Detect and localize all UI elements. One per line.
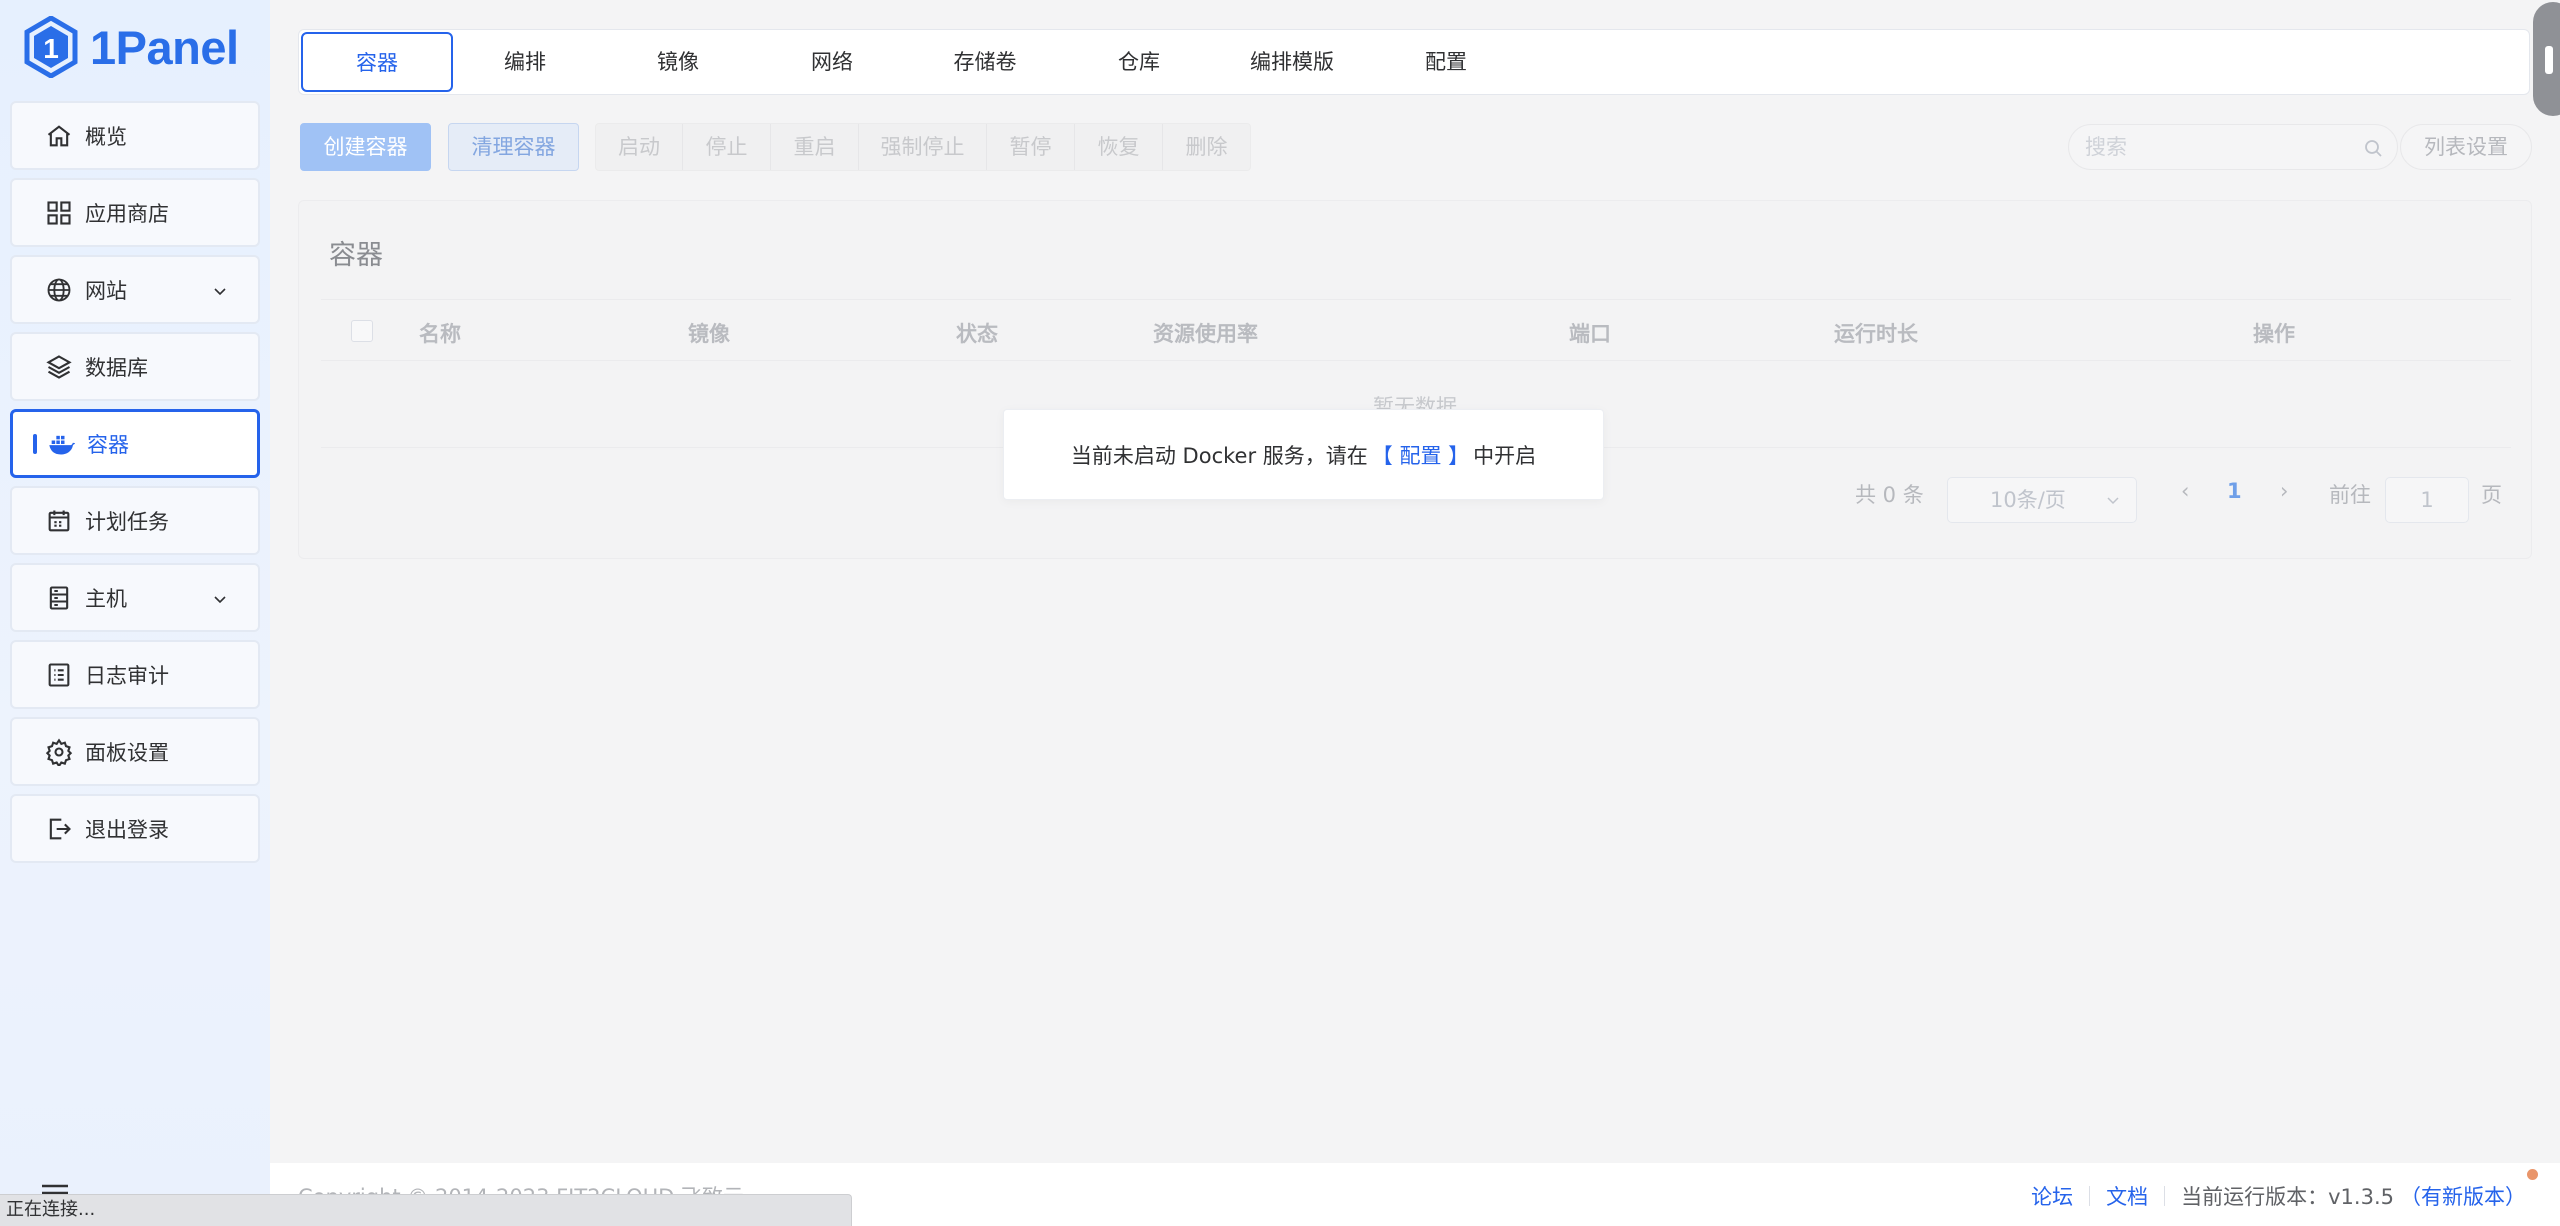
sidebar-item-label: 面板设置: [85, 740, 169, 765]
sidebar: 1 1Panel 概览 应用商店 网站 数据库 容器 计划任务 主机 日志审计 …: [0, 0, 270, 1226]
chevron-down-icon: [2107, 497, 2119, 505]
prev-page-icon[interactable]: ‹: [2181, 479, 2189, 503]
next-page-icon[interactable]: ›: [2280, 479, 2288, 503]
sidebar-item-host[interactable]: 主机: [10, 563, 260, 632]
globe-icon: [45, 276, 73, 304]
create-container-button[interactable]: 创建容器: [300, 123, 431, 171]
sidebar-item-label: 退出登录: [85, 817, 169, 842]
batch-action-group: 启动 停止 重启 强制停止 暂停 恢复 删除: [595, 123, 1251, 171]
column-header-actions: 操作: [2253, 322, 2295, 346]
sidebar-item-label: 日志审计: [85, 663, 169, 688]
active-indicator: [33, 433, 37, 454]
tab-compose-template[interactable]: 编排模版: [1227, 30, 1357, 94]
log-list-icon: [45, 661, 73, 689]
card-title: 容器: [329, 240, 383, 271]
forum-link[interactable]: 论坛: [2031, 1181, 2073, 1211]
sidebar-item-label: 容器: [87, 432, 129, 457]
apps-grid-icon: [45, 199, 73, 227]
scroll-handle[interactable]: [2533, 2, 2560, 116]
page-suffix: 页: [2481, 483, 2502, 507]
page-number-current[interactable]: 1: [2227, 479, 2242, 503]
start-button[interactable]: 启动: [596, 124, 683, 170]
layers-icon: [45, 353, 73, 381]
svg-text:1: 1: [43, 33, 59, 64]
goto-page-input[interactable]: 1: [2385, 477, 2469, 523]
notice-text: 当前未启动 Docker 服务，请在: [1070, 443, 1368, 468]
column-header-ports[interactable]: 端口: [1569, 318, 1611, 348]
tab-config[interactable]: 配置: [1381, 30, 1511, 94]
table-header: 名称 镜像 状态 资源使用率 端口 运行时长 操作: [321, 299, 2511, 361]
sidebar-item-label: 网站: [85, 278, 127, 303]
footer-links: 论坛 文档 当前运行版本：v1.3.5 （有新版本）: [2031, 1181, 2526, 1211]
clean-container-button[interactable]: 清理容器: [448, 123, 579, 171]
logout-icon: [45, 815, 73, 843]
sidebar-item-settings[interactable]: 面板设置: [10, 717, 260, 786]
stop-button[interactable]: 停止: [683, 124, 771, 170]
sidebar-item-database[interactable]: 数据库: [10, 332, 260, 401]
column-header-resource-usage[interactable]: 资源使用率: [1153, 318, 1258, 348]
calendar-icon: [45, 507, 73, 535]
chevron-down-icon: [214, 288, 226, 296]
search-input[interactable]: [2085, 125, 2345, 169]
column-settings-button[interactable]: 列表设置: [2400, 124, 2532, 170]
logo-text: 1Panel: [90, 20, 239, 74]
tab-container[interactable]: 容器: [301, 32, 453, 92]
page-size-value: 10条/页: [1990, 488, 2066, 512]
sidebar-item-cronjob[interactable]: 计划任务: [10, 486, 260, 555]
notice-text-suffix: 中开启: [1473, 443, 1537, 468]
search-box: [2068, 124, 2398, 170]
tab-volume[interactable]: 存储卷: [920, 30, 1050, 94]
tab-network[interactable]: 网络: [767, 30, 897, 94]
logo[interactable]: 1 1Panel: [24, 16, 239, 78]
sidebar-item-container[interactable]: 容器: [10, 409, 260, 478]
sidebar-item-label: 主机: [85, 586, 127, 611]
select-all-checkbox[interactable]: [351, 320, 373, 342]
docs-link[interactable]: 文档: [2106, 1181, 2148, 1211]
search-icon[interactable]: [2363, 138, 2383, 158]
sidebar-item-log-audit[interactable]: 日志审计: [10, 640, 260, 709]
sidebar-item-label: 计划任务: [85, 509, 169, 534]
tab-compose[interactable]: 编排: [460, 30, 590, 94]
sidebar-item-label: 应用商店: [85, 201, 169, 226]
update-indicator-dot: [2527, 1169, 2538, 1180]
browser-status-bar: 正在连接...: [0, 1194, 852, 1226]
delete-button[interactable]: 删除: [1163, 124, 1250, 170]
sidebar-menu: 概览 应用商店 网站 数据库 容器 计划任务 主机 日志审计 面板设置 退出登录: [10, 101, 260, 871]
pagination-total: 共 0 条: [1855, 483, 1924, 507]
new-version-link[interactable]: （有新版本）: [2400, 1181, 2526, 1211]
footer-divider: [2089, 1186, 2091, 1206]
sidebar-item-label: 数据库: [85, 355, 148, 380]
version-text: 当前运行版本：v1.3.5: [2181, 1185, 2394, 1209]
chevron-down-icon: [214, 596, 226, 604]
sidebar-item-label: 概览: [85, 124, 127, 149]
container-tabs: 容器 编排 镜像 网络 存储卷 仓库 编排模版 配置: [298, 29, 2530, 95]
sidebar-item-logout[interactable]: 退出登录: [10, 794, 260, 863]
sidebar-item-overview[interactable]: 概览: [10, 101, 260, 170]
docker-icon: [47, 430, 75, 458]
server-icon: [45, 584, 73, 612]
goto-label: 前往: [2329, 483, 2371, 507]
gear-icon: [45, 737, 73, 766]
force-stop-button[interactable]: 强制停止: [859, 124, 987, 170]
page-size-select[interactable]: 10条/页: [1947, 477, 2137, 523]
notice-config-link[interactable]: 【 配置 】: [1372, 440, 1469, 470]
sidebar-item-website[interactable]: 网站: [10, 255, 260, 324]
tab-image[interactable]: 镜像: [613, 30, 743, 94]
sidebar-item-app-store[interactable]: 应用商店: [10, 178, 260, 247]
resume-button[interactable]: 恢复: [1075, 124, 1163, 170]
footer-divider: [2164, 1186, 2166, 1206]
pause-button[interactable]: 暂停: [987, 124, 1075, 170]
column-header-uptime[interactable]: 运行时长: [1834, 318, 1918, 348]
home-icon: [45, 122, 73, 150]
container-card: 容器 名称 镜像 状态 资源使用率 端口 运行时长 操作 暂无数据 共 0 条 …: [298, 200, 2532, 559]
tab-repo[interactable]: 仓库: [1074, 30, 1204, 94]
docker-not-running-notice: 当前未启动 Docker 服务，请在 【 配置 】 中开启: [1003, 409, 1604, 500]
column-header-status[interactable]: 状态: [956, 318, 998, 348]
1panel-logo-icon: 1: [24, 16, 78, 78]
column-header-image[interactable]: 镜像: [688, 318, 730, 348]
restart-button[interactable]: 重启: [771, 124, 859, 170]
column-header-name[interactable]: 名称: [419, 318, 461, 348]
